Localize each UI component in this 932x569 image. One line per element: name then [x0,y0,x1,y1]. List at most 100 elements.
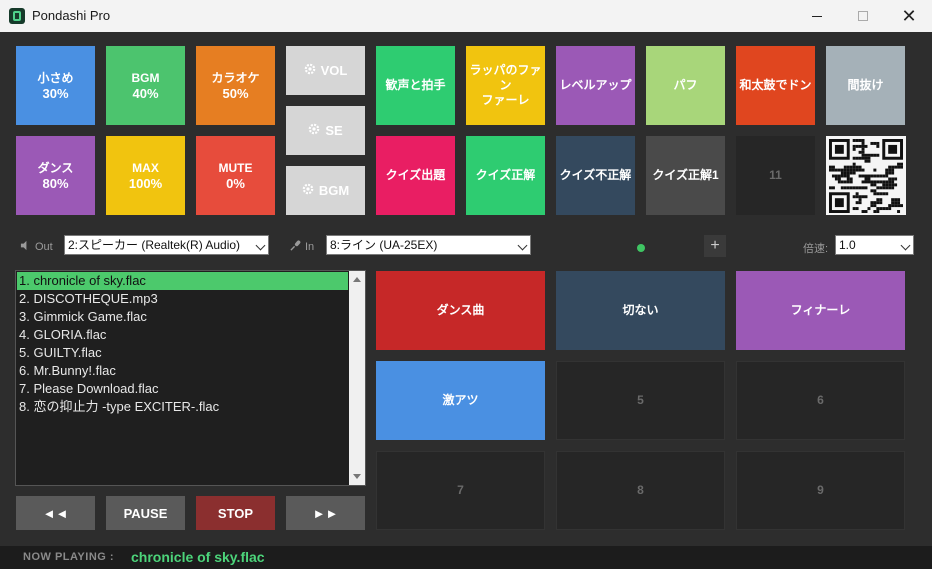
chevron-down-icon [517,240,528,251]
se-label: クイズ正解 [475,168,536,182]
output-device-label-group: Out [20,240,53,254]
list-item[interactable]: 8. 恋の抑止力 -type EXCITER-.flac [17,398,348,416]
preset-label: BGM [131,70,160,85]
sound-effect-button[interactable]: パフ [646,46,725,125]
channel-settings-button-vol[interactable]: VOL [286,46,365,95]
sound-effect-button[interactable]: 間抜け [826,46,905,125]
list-item[interactable]: 1. chronicle of sky.flac [17,272,348,290]
bgm-button[interactable]: 5 [556,361,725,440]
bgm-button[interactable]: 6 [736,361,905,440]
channel-label: VOL [320,63,348,78]
list-item[interactable]: 4. GLORIA.flac [17,326,348,344]
sound-effect-button[interactable]: クイズ不正解 [556,136,635,215]
list-item[interactable]: 7. Please Download.flac [17,380,348,398]
volume-preset-button[interactable]: カラオケ 50% [196,46,275,125]
qr-code-icon [829,138,903,213]
bgm-label: 9 [817,483,824,497]
sound-effect-button[interactable]: 歓声と拍手 [376,46,455,125]
bgm-label: 激アツ [442,393,479,407]
bgm-label: ダンス曲 [436,303,485,317]
preset-percent: 50% [222,85,249,101]
preset-label: MUTE [218,160,253,175]
bgm-button[interactable]: 切ない [556,271,725,350]
list-item[interactable]: 5. GUILTY.flac [17,344,348,362]
bgm-button[interactable]: 激アツ [376,361,545,440]
se-label: クイズ正解1 [652,168,719,182]
preset-percent: 40% [132,85,159,101]
se-label: レベルアップ [559,78,632,92]
sound-effect-button[interactable]: レベルアップ [556,46,635,125]
preset-percent: 100% [128,175,163,191]
sound-effect-button[interactable]: クイズ正解1 [646,136,725,215]
bgm-button[interactable]: 9 [736,451,905,530]
fast-forward-button[interactable]: ►► [286,496,365,530]
sound-effect-button[interactable]: ラッパのファン ファーレ [466,46,545,125]
close-button[interactable]: ✕ [886,0,932,32]
preset-percent: 0% [226,175,245,191]
status-indicator [637,244,645,252]
sound-effect-button[interactable]: 11 [736,136,815,215]
gear-icon [308,123,320,138]
se-label: 歓声と拍手 [385,78,446,92]
volume-preset-button[interactable]: ダンス 80% [16,136,95,215]
bgm-label: 切ない [622,303,659,317]
volume-preset-button[interactable]: MUTE 0% [196,136,275,215]
bgm-button[interactable]: 7 [376,451,545,530]
preset-label: MAX [132,160,159,175]
channel-settings-button-se[interactable]: SE [286,106,365,155]
playlist-scrollbar[interactable] [349,271,365,485]
se-label-line1: ラッパのファン [469,63,542,92]
maximize-button[interactable] [840,0,886,32]
speed-select[interactable]: 1.0 [835,235,914,255]
sound-effect-button[interactable]: 和太鼓でドン [736,46,815,125]
title-bar: Pondashi Pro ✕ [0,0,932,32]
list-item[interactable]: 2. DISCOTHEQUE.mp3 [17,290,348,308]
se-label: クイズ出題 [385,168,446,182]
bgm-label: 7 [457,483,464,497]
add-button[interactable]: + [704,235,726,257]
gear-icon [304,63,316,78]
se-label: パフ [673,78,698,92]
speed-label: 倍速: [803,243,829,255]
chevron-down-icon [255,240,266,251]
input-device-select[interactable]: 8:ライン (UA-25EX) [326,235,531,255]
bgm-label: フィナーレ [790,303,851,317]
volume-preset-button[interactable]: 小さめ 30% [16,46,95,125]
preset-percent: 80% [42,175,69,191]
pause-button[interactable]: PAUSE [106,496,185,530]
output-device-select[interactable]: 2:スピーカー (Realtek(R) Audio) [64,235,269,255]
se-label-line2: ファーレ [481,93,530,107]
minimize-icon [812,15,822,17]
input-device-label-group: In [290,240,314,254]
chevron-down-icon [900,240,911,251]
output-device-value: 2:スピーカー (Realtek(R) Audio) [68,238,241,252]
sound-effect-button[interactable]: クイズ出題 [376,136,455,215]
bgm-button[interactable]: フィナーレ [736,271,905,350]
preset-percent: 30% [42,85,69,101]
volume-preset-button[interactable]: MAX 100% [106,136,185,215]
se-label: 和太鼓でドン [739,78,812,92]
scroll-down-icon[interactable] [353,474,361,479]
rewind-button[interactable]: ◄◄ [16,496,95,530]
list-item[interactable]: 3. Gimmick Game.flac [17,308,348,326]
bgm-label: 5 [637,393,644,407]
volume-preset-button[interactable]: BGM 40% [106,46,185,125]
bgm-button[interactable]: ダンス曲 [376,271,545,350]
preset-label: カラオケ [211,70,260,85]
now-playing-value: chronicle of sky.flac [131,549,265,565]
maximize-icon [858,11,868,21]
input-label: In [305,241,315,253]
playlist[interactable]: 1. chronicle of sky.flac 2. DISCOTHEQUE.m… [15,270,366,486]
app-logo-icon [9,8,25,24]
gear-icon [302,183,314,198]
minimize-button[interactable] [794,0,840,32]
speed-value: 1.0 [839,238,856,252]
qr-code-tile[interactable] [826,136,906,215]
sound-effect-button[interactable]: クイズ正解 [466,136,545,215]
se-label: 11 [769,168,782,182]
channel-settings-button-bgm[interactable]: BGM [286,166,365,215]
bgm-button[interactable]: 8 [556,451,725,530]
stop-button[interactable]: STOP [196,496,275,530]
list-item[interactable]: 6. Mr.Bunny!.flac [17,362,348,380]
scroll-up-icon[interactable] [353,277,361,282]
